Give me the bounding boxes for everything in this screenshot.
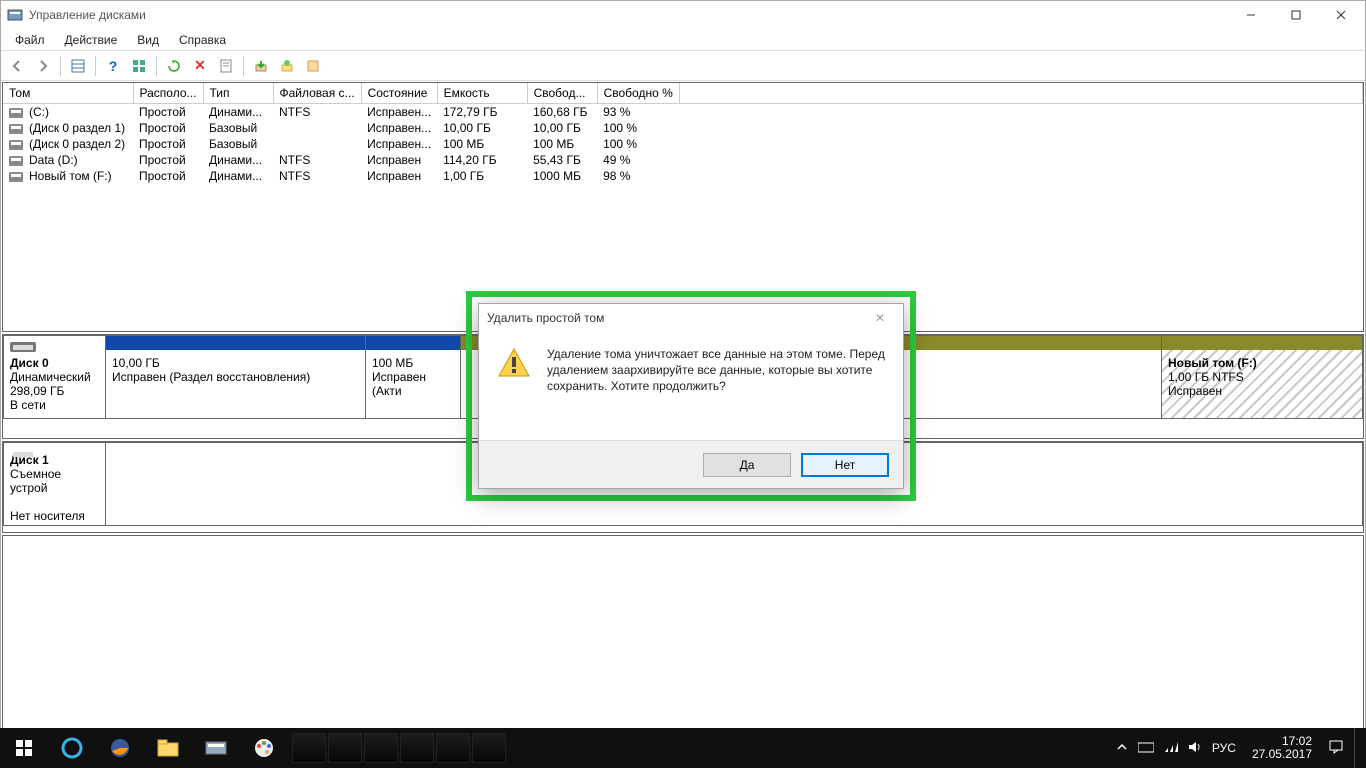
edge-icon[interactable] — [48, 728, 96, 768]
col-status[interactable]: Состояние — [361, 83, 437, 104]
explorer-icon[interactable] — [144, 728, 192, 768]
paint-icon[interactable] — [240, 728, 288, 768]
menu-file[interactable]: Файл — [5, 31, 55, 49]
col-type[interactable]: Тип — [203, 83, 273, 104]
col-free-pct[interactable]: Свободно % — [597, 83, 679, 104]
table-row[interactable]: (Диск 0 раздел 2) ПростойБазовый Исправе… — [3, 136, 1363, 152]
tray-chevron-icon[interactable] — [1116, 741, 1128, 756]
partition[interactable]: 10,00 ГБ Исправен (Раздел восстановления… — [106, 336, 366, 418]
table-row[interactable]: (Диск 0 раздел 1) ПростойБазовый Исправе… — [3, 120, 1363, 136]
tray-network-icon[interactable] — [1164, 741, 1178, 756]
firefox-icon[interactable] — [96, 728, 144, 768]
delete-icon[interactable]: ✕ — [188, 54, 212, 78]
close-button[interactable] — [1318, 1, 1363, 29]
maximize-button[interactable] — [1273, 1, 1318, 29]
no-button[interactable]: Нет — [801, 453, 889, 477]
show-desktop-button[interactable] — [1354, 728, 1360, 768]
partition-stripe — [1162, 336, 1362, 350]
disk-label-0[interactable]: Диск 0 Динамический 298,09 ГБ В сети — [3, 335, 106, 419]
volume-icon — [9, 156, 23, 166]
action1-icon[interactable] — [249, 54, 273, 78]
window-title: Управление дисками — [29, 8, 1228, 22]
volume-table: Том Располо... Тип Файловая с... Состоян… — [3, 83, 1363, 184]
volume-icon — [9, 108, 23, 118]
partition-stripe — [366, 336, 460, 350]
dialog-title: Удалить простой том — [487, 311, 604, 325]
col-filesystem[interactable]: Файловая с... — [273, 83, 361, 104]
partition[interactable]: 100 МБ Исправен (Акти — [366, 336, 461, 418]
taskbar-background — [288, 728, 1116, 768]
action3-icon[interactable] — [301, 54, 325, 78]
volume-icon — [9, 124, 23, 134]
volume-icon — [9, 172, 23, 182]
tray-notifications-icon[interactable] — [1328, 739, 1344, 758]
refresh-icon[interactable] — [162, 54, 186, 78]
forward-icon[interactable] — [31, 54, 55, 78]
app-icon — [7, 7, 23, 23]
tray-keyboard-icon[interactable] — [1138, 741, 1154, 756]
delete-volume-dialog: Удалить простой том ✕ Удаление тома унич… — [478, 303, 904, 489]
yes-button[interactable]: Да — [703, 453, 791, 477]
back-icon[interactable] — [5, 54, 29, 78]
menu-view[interactable]: Вид — [127, 31, 169, 49]
col-volume[interactable]: Том — [3, 83, 133, 104]
volume-icon — [9, 140, 23, 150]
help-icon[interactable]: ? — [101, 54, 125, 78]
table-row[interactable]: Новый том (F:) ПростойДинами...NTFS Испр… — [3, 168, 1363, 184]
partition-stripe — [106, 336, 365, 350]
col-capacity[interactable]: Емкость — [437, 83, 527, 104]
table-row[interactable]: Data (D:) ПростойДинами...NTFS Исправен1… — [3, 152, 1363, 168]
table-row[interactable]: (C:) ПростойДинами...NTFS Исправен...172… — [3, 104, 1363, 121]
dialog-close-icon[interactable]: ✕ — [865, 311, 895, 325]
col-free[interactable]: Свобод... — [527, 83, 597, 104]
properties-icon[interactable] — [214, 54, 238, 78]
dialog-titlebar: Удалить простой том ✕ — [479, 304, 903, 332]
titlebar: Управление дисками — [1, 1, 1365, 29]
menu-help[interactable]: Справка — [169, 31, 236, 49]
table-view-icon[interactable] — [66, 54, 90, 78]
taskbar: РУС 17:02 27.05.2017 — [0, 728, 1366, 768]
disk-label-1[interactable]: Диск 1 Съемное устрой Нет носителя — [3, 442, 106, 526]
partition-selected[interactable]: Новый том (F:) 1,00 ГБ NTFS Исправен — [1162, 336, 1362, 418]
disk-icon — [10, 342, 36, 352]
tray-language[interactable]: РУС — [1212, 741, 1236, 755]
tray-clock[interactable]: 17:02 27.05.2017 — [1246, 735, 1318, 761]
col-layout[interactable]: Располо... — [133, 83, 203, 104]
action2-icon[interactable] — [275, 54, 299, 78]
tray-volume-icon[interactable] — [1188, 741, 1202, 756]
toolbar: ? ✕ — [1, 51, 1365, 81]
menu-action[interactable]: Действие — [55, 31, 128, 49]
dialog-message: Удаление тома уничтожает все данные на э… — [547, 346, 885, 426]
grid-icon[interactable] — [127, 54, 151, 78]
diskmgmt-taskbar-icon[interactable] — [192, 728, 240, 768]
menubar: Файл Действие Вид Справка — [1, 29, 1365, 51]
start-button[interactable] — [0, 728, 48, 768]
minimize-button[interactable] — [1228, 1, 1273, 29]
empty-pane — [2, 535, 1364, 743]
warning-icon — [497, 346, 531, 380]
